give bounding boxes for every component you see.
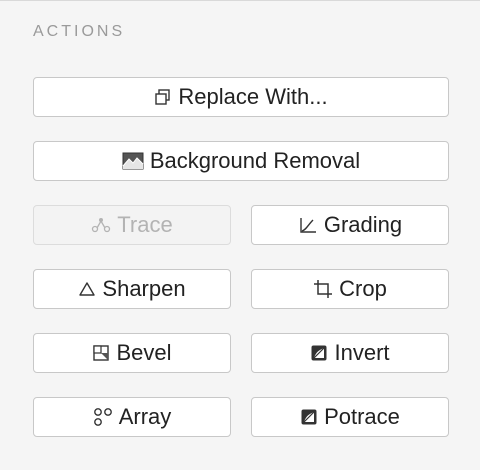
replace-with-label: Replace With... bbox=[178, 84, 328, 109]
grading-label: Grading bbox=[323, 212, 403, 237]
background-removal-button[interactable]: Background Removal bbox=[33, 141, 449, 181]
trace-label: Trace bbox=[117, 212, 173, 237]
crop-icon bbox=[313, 279, 333, 299]
bevel-button[interactable]: Bevel bbox=[33, 333, 231, 373]
array-label: Array bbox=[118, 404, 172, 429]
sharpen-label: Sharpen bbox=[102, 276, 186, 301]
bevel-label: Bevel bbox=[116, 340, 172, 365]
bevel-icon bbox=[92, 344, 110, 362]
crop-button[interactable]: Crop bbox=[251, 269, 449, 309]
trace-icon bbox=[91, 216, 111, 234]
background-removal-label: Background Removal bbox=[149, 148, 361, 173]
grading-button[interactable]: Grading bbox=[251, 205, 449, 245]
potrace-label: Potrace bbox=[324, 404, 400, 429]
invert-label: Invert bbox=[334, 340, 390, 365]
sharpen-button[interactable]: Sharpen bbox=[33, 269, 231, 309]
section-title: ACTIONS bbox=[33, 23, 126, 40]
invert-button[interactable]: Invert bbox=[251, 333, 449, 373]
triangle-icon bbox=[78, 280, 96, 298]
curve-icon bbox=[298, 216, 318, 234]
replace-with-button[interactable]: Replace With... bbox=[33, 77, 449, 117]
array-button[interactable]: Array bbox=[33, 397, 231, 437]
array-icon bbox=[93, 407, 113, 427]
trace-button[interactable]: Trace bbox=[33, 205, 231, 245]
potrace-button[interactable]: Potrace bbox=[251, 397, 449, 437]
panel-top-border bbox=[0, 0, 480, 1]
invert-icon bbox=[310, 344, 328, 362]
duplicate-icon bbox=[154, 88, 172, 106]
crop-label: Crop bbox=[339, 276, 387, 301]
image-icon bbox=[122, 152, 144, 170]
potrace-icon bbox=[300, 408, 318, 426]
